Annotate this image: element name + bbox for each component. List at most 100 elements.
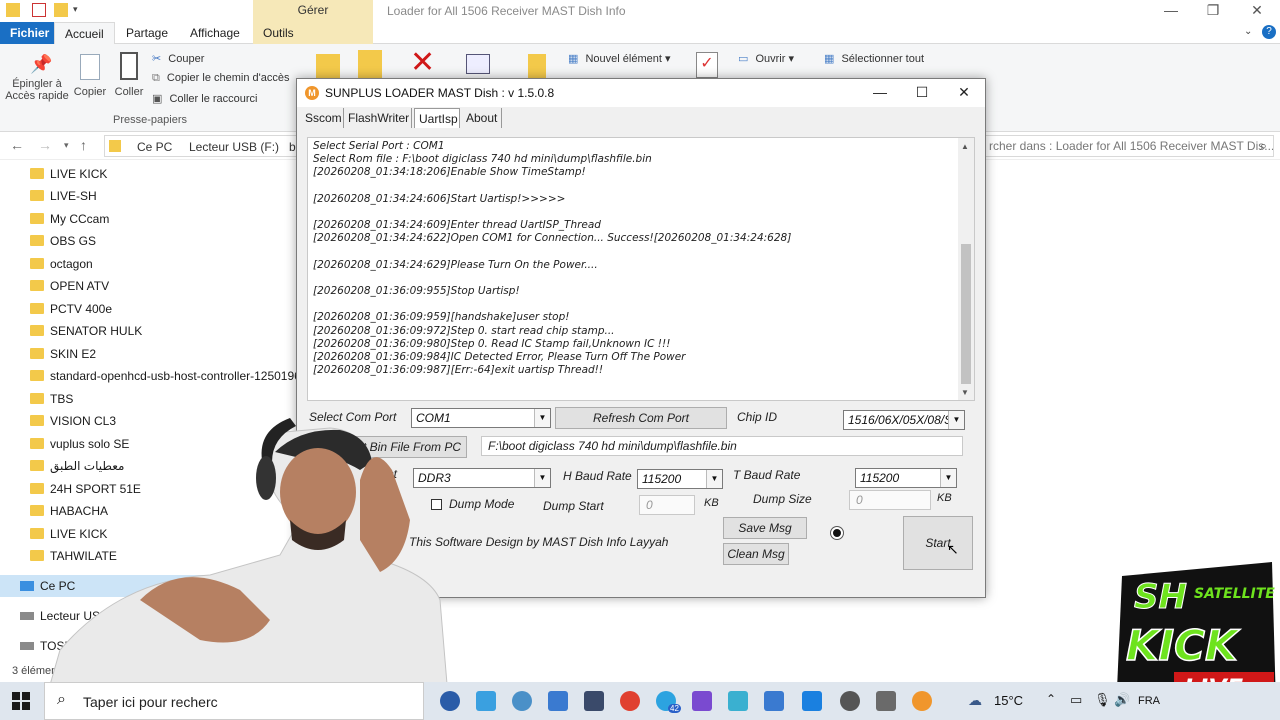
delete-icon[interactable]: ✕ (410, 48, 435, 78)
sidebar-item-this-pc[interactable]: Ce PC (0, 575, 300, 597)
windows-start-icon[interactable] (12, 692, 30, 710)
sidebar-item-folder[interactable]: LIVE-SH (30, 185, 97, 207)
scroll-thumb[interactable] (961, 244, 971, 384)
folder-icon[interactable] (6, 3, 20, 17)
move-to-icon[interactable] (316, 54, 340, 78)
search-input[interactable]: rcher dans : Loader for All 1506 Receive… (984, 135, 1274, 157)
select-all-button[interactable]: ▦ Sélectionner tout (824, 52, 924, 65)
copy-button[interactable]: Copier (72, 54, 108, 98)
properties-icon[interactable] (32, 3, 46, 17)
copy-path-button[interactable]: ⧉ Copier le chemin d'accès (152, 72, 289, 85)
log-output[interactable]: Select Serial Port : COM1 Select Rom file… (307, 137, 975, 401)
select-bin-file-button[interactable]: Select Bin File From PC (327, 436, 467, 458)
close-button[interactable]: ✕ (1234, 0, 1280, 22)
sidebar-item-folder[interactable]: My CCcam (30, 208, 109, 230)
sidebar-item-folder[interactable]: معطيات الطبق (30, 455, 124, 477)
new-folder-icon[interactable] (54, 3, 68, 17)
copy-to-icon[interactable] (358, 50, 382, 78)
quick-access-dropdown-icon[interactable]: ▾ (73, 4, 78, 15)
dump-mode-checkbox[interactable] (431, 499, 442, 510)
loader-app-icon[interactable] (912, 691, 932, 711)
tab-about[interactable]: About (462, 108, 502, 128)
sidebar-item-folder[interactable]: OBS GS (30, 230, 96, 252)
search-icon[interactable]: ⌕ (1260, 138, 1267, 154)
tab-sscom[interactable]: Sscom (301, 108, 344, 128)
t-baud-select[interactable]: 115200 ▼ (855, 468, 957, 488)
bin-path-field[interactable]: F:\boot digiclass 740 hd mini\dump\flash… (481, 436, 963, 456)
refresh-com-button[interactable]: Refresh Com Port (555, 407, 727, 429)
tab-view[interactable]: Affichage (180, 22, 250, 44)
properties-big-icon[interactable]: ✓ (696, 52, 718, 78)
tab-file[interactable]: Fichier (0, 22, 60, 44)
restore-button[interactable]: ❐ (1190, 0, 1236, 22)
paste-button[interactable]: Coller (112, 52, 146, 98)
expand-ribbon-icon[interactable]: ⌄ (1244, 26, 1252, 37)
clean-msg-button[interactable]: Clean Msg (723, 543, 789, 565)
new-folder-big-icon[interactable] (528, 54, 546, 80)
scroll-up-icon[interactable]: ▲ (961, 142, 969, 151)
app-icon[interactable] (802, 691, 822, 711)
microphone-icon[interactable]: 🎙 (1094, 692, 1111, 708)
app-icon[interactable] (692, 691, 712, 711)
dump-start-field[interactable]: 0 (639, 495, 695, 515)
sidebar-item-folder[interactable]: LIVE KICK (30, 163, 107, 185)
start-button[interactable]: Start (903, 516, 973, 570)
chrome-icon[interactable] (620, 691, 640, 711)
sidebar-item-folder[interactable]: OPEN ATV (30, 275, 109, 297)
temperature-text[interactable]: 15°C (994, 693, 1023, 708)
log-scrollbar[interactable]: ▲ ▼ (958, 138, 974, 400)
dram-type-select[interactable]: DDR3 ▼ (413, 468, 551, 488)
dialog-minimize-button[interactable]: — (865, 83, 895, 103)
recent-dropdown-icon[interactable]: ▾ (64, 140, 69, 151)
app-icon[interactable] (876, 691, 896, 711)
new-item-button[interactable]: ▦ Nouvel élément ▾ (568, 52, 670, 65)
sidebar-item-folder[interactable]: standard-openhcd-usb-host-controller-125… (30, 365, 301, 387)
open-button[interactable]: ▭ Ouvrir ▾ (738, 52, 794, 65)
rename-icon[interactable] (466, 54, 490, 74)
sidebar-item-folder[interactable]: LIVE KICK (30, 523, 107, 545)
calculator-icon[interactable] (548, 691, 568, 711)
cut-button[interactable]: ✂ Couper (152, 52, 204, 65)
tab-flashwriter[interactable]: FlashWriter (344, 108, 412, 128)
app-icon[interactable] (440, 691, 460, 711)
tab-home[interactable]: Accueil (54, 22, 115, 44)
taskbar-search-box[interactable]: ⌕ Taper ici pour recherc (44, 682, 424, 720)
sidebar-item-folder[interactable]: vuplus solo SE (30, 433, 129, 455)
save-msg-button[interactable]: Save Msg (723, 517, 807, 539)
address-bar[interactable]: Ce PC Lecteur USB (F:) b (104, 135, 304, 157)
dialog-close-button[interactable]: ✕ (949, 83, 979, 103)
sidebar-item-folder[interactable]: SKIN E2 (30, 343, 96, 365)
sidebar-item-folder[interactable]: HABACHA (30, 500, 108, 522)
tab-uartisp[interactable]: UartIsp (414, 108, 460, 128)
folder-app-icon[interactable] (476, 691, 496, 711)
back-arrow-icon[interactable]: ← (10, 137, 24, 153)
app-icon[interactable] (584, 691, 604, 711)
app-icon[interactable] (512, 691, 532, 711)
speaker-icon[interactable]: 🔊 (1114, 692, 1130, 708)
sidebar-item-folder[interactable]: TBS (30, 388, 73, 410)
up-arrow-icon[interactable]: ↑ (80, 137, 87, 153)
tray-chevron-up-icon[interactable]: ⌃ (1046, 692, 1056, 706)
scroll-down-icon[interactable]: ▼ (961, 388, 969, 397)
sidebar-item-usb-drive[interactable]: Lecteur USB (20, 605, 108, 627)
context-tab-manage[interactable]: Gérer (253, 0, 373, 22)
sidebar-item-folder[interactable]: VISION CL3 (30, 410, 116, 432)
com-port-select[interactable]: COM1 ▼ (411, 408, 551, 428)
dump-size-field[interactable]: 0 (849, 490, 931, 510)
sidebar-item-ext-drive[interactable]: TOSHIBA EXT ( (20, 635, 126, 657)
help-icon[interactable]: ? (1262, 25, 1276, 39)
tab-app-tools[interactable]: Outils d'application (253, 22, 373, 62)
sidebar-item-folder[interactable]: PCTV 400e (30, 298, 112, 320)
minimize-button[interactable]: — (1148, 0, 1194, 22)
chip-id-select[interactable]: 1516/06X/05X/08/S ▼ (843, 410, 965, 430)
sidebar-item-folder[interactable]: SENATOR HULK (30, 320, 142, 342)
paste-shortcut-button[interactable]: ▣ Coller le raccourci (152, 92, 258, 105)
breadcrumb-this-pc[interactable]: Ce PC (137, 140, 172, 154)
language-indicator[interactable]: FRA (1138, 695, 1160, 707)
sidebar-item-folder[interactable]: TAHWILATE (30, 545, 117, 567)
breadcrumb-usb[interactable]: Lecteur USB (F:) (189, 140, 279, 154)
app-icon[interactable] (728, 691, 748, 711)
app-icon[interactable] (764, 691, 784, 711)
pin-quick-access-button[interactable]: 📌 Épingler à Accès rapide (4, 54, 70, 102)
settings-icon[interactable] (840, 691, 860, 711)
